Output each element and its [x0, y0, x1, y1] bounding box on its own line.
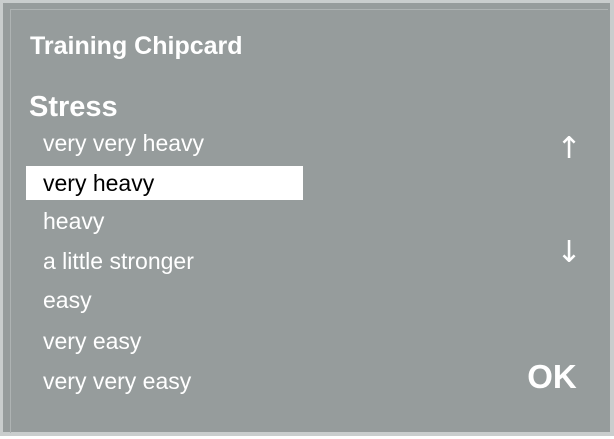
stress-option-a-little-stronger[interactable]: a little stronger: [26, 244, 303, 278]
down-arrow-icon: ↓: [556, 235, 582, 270]
stress-option-very-heavy[interactable]: very heavy: [26, 166, 303, 200]
chipcard-screen: Training Chipcard Stress very very heavy…: [0, 0, 614, 436]
ok-button[interactable]: OK: [513, 355, 591, 399]
scroll-up-button[interactable]: ↑: [552, 127, 586, 171]
stress-option-heavy[interactable]: heavy: [26, 204, 303, 238]
scroll-down-button[interactable]: ↓: [552, 231, 586, 275]
stress-option-very-very-heavy[interactable]: very very heavy: [26, 126, 303, 160]
up-arrow-icon: ↑: [556, 131, 582, 166]
stress-option-easy[interactable]: easy: [26, 283, 303, 317]
stress-option-very-easy[interactable]: very easy: [26, 324, 303, 358]
stress-option-very-very-easy[interactable]: very very easy: [26, 364, 303, 398]
